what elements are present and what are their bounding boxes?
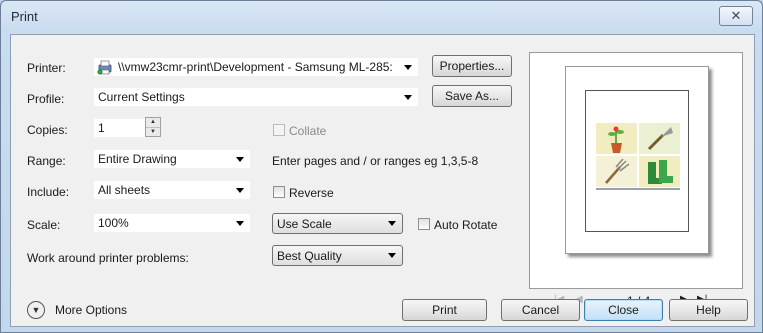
reverse-checkbox[interactable]	[273, 186, 285, 198]
properties-button[interactable]: Properties...	[432, 55, 512, 77]
print-dialog: Print ✕ Printer: \\vmw23cmr-print\Develo…	[0, 0, 763, 333]
collate-label: Collate	[289, 124, 327, 138]
copies-input[interactable]: 1	[93, 118, 147, 138]
include-select[interactable]: All sheets	[93, 180, 251, 200]
scale-mode-value: Use Scale	[277, 216, 332, 231]
scale-label: Scale:	[27, 218, 61, 232]
help-button[interactable]: Help	[669, 299, 748, 321]
scale-mode-select[interactable]: Use Scale	[272, 213, 403, 234]
close-button[interactable]: Close	[584, 299, 663, 321]
chevron-down-icon	[388, 253, 396, 258]
chevron-down-icon	[236, 188, 244, 193]
profile-select[interactable]: Current Settings	[93, 87, 419, 107]
profile-value: Current Settings	[98, 90, 185, 104]
printer-value: \\vmw23cmr-print\Development - Samsung M…	[118, 60, 393, 74]
profile-label: Profile:	[27, 92, 65, 106]
workaround-select[interactable]: Best Quality	[272, 245, 403, 266]
include-label: Include:	[27, 185, 70, 199]
scale-value: 100%	[98, 216, 129, 230]
thumbnail-divider	[596, 188, 680, 190]
range-value: Entire Drawing	[98, 152, 177, 166]
chevron-down-icon	[388, 221, 396, 226]
dialog-title: Print	[11, 9, 38, 24]
range-label: Range:	[27, 154, 66, 168]
wellington-boots-icon	[639, 156, 680, 187]
spin-down-icon[interactable]: ▼	[146, 128, 160, 137]
copies-value: 1	[98, 121, 105, 135]
print-button[interactable]: Print	[402, 299, 487, 321]
printable-area	[585, 90, 689, 232]
printer-icon	[97, 60, 113, 75]
preview-thumbnails	[596, 123, 680, 190]
copies-stepper[interactable]: ▲ ▼	[145, 117, 161, 137]
printer-select[interactable]: \\vmw23cmr-print\Development - Samsung M…	[93, 57, 419, 77]
close-icon: ✕	[730, 8, 742, 23]
print-preview	[529, 52, 743, 289]
auto-rotate-label: Auto Rotate	[434, 218, 498, 232]
trowel-icon	[639, 123, 680, 154]
save-as-button[interactable]: Save As...	[432, 85, 512, 107]
printer-label: Printer:	[27, 61, 66, 75]
more-options-label: More Options	[55, 303, 128, 317]
copies-label: Copies:	[27, 123, 68, 137]
close-window-button[interactable]: ✕	[719, 6, 753, 26]
expand-circle-icon: ▼	[27, 301, 45, 319]
chevron-down-icon	[236, 157, 244, 162]
auto-rotate-checkbox[interactable]	[418, 218, 430, 230]
collate-checkbox[interactable]	[273, 124, 285, 136]
range-hint: Enter pages and / or ranges eg 1,3,5-8	[272, 154, 479, 168]
potted-plant-icon	[596, 123, 637, 154]
preview-sheet	[565, 66, 709, 254]
scale-select[interactable]: 100%	[93, 213, 251, 233]
spin-up-icon[interactable]: ▲	[146, 118, 160, 128]
cancel-button[interactable]: Cancel	[501, 299, 580, 321]
hand-rake-icon	[596, 156, 637, 187]
dialog-body: Printer: \\vmw23cmr-print\Development - …	[10, 34, 755, 327]
workaround-label: Work around printer problems:	[27, 251, 189, 265]
more-options-toggle[interactable]: ▼ More Options	[27, 301, 127, 319]
range-select[interactable]: Entire Drawing	[93, 149, 251, 169]
chevron-down-icon	[404, 65, 412, 70]
chevron-down-icon	[404, 95, 412, 100]
reverse-label: Reverse	[289, 186, 334, 200]
workaround-value: Best Quality	[277, 248, 342, 263]
chevron-down-icon	[236, 221, 244, 226]
include-value: All sheets	[98, 183, 151, 197]
